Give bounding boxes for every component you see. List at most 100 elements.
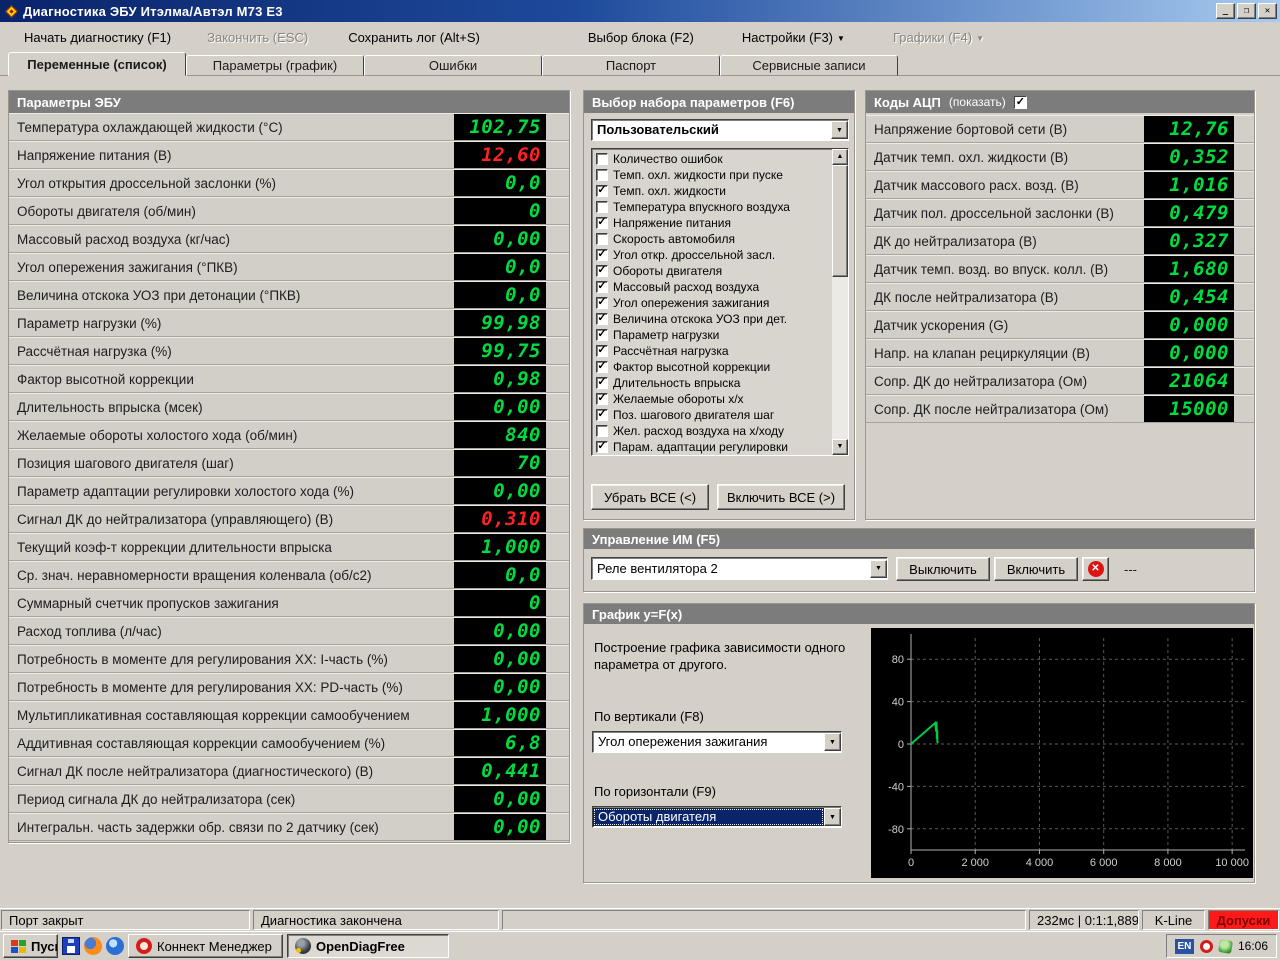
adc-show-checkbox[interactable]: ✓ bbox=[1014, 96, 1027, 109]
tray-app-icon[interactable] bbox=[1200, 940, 1213, 953]
checkbox-label: Темп. охл. жидкости bbox=[613, 184, 726, 198]
ecu-parameters-panel: Параметры ЭБУ Температура охлаждающей жи… bbox=[8, 90, 570, 843]
scrollbar[interactable]: ▲ ▼ bbox=[832, 149, 848, 455]
checkbox-icon[interactable]: ✓ bbox=[596, 281, 608, 293]
tray-device-icon[interactable] bbox=[1218, 938, 1233, 953]
preset-combobox[interactable]: Пользовательский ▼ bbox=[591, 119, 849, 141]
tab-variables-list[interactable]: Переменные (список) bbox=[8, 52, 186, 76]
checkbox-icon[interactable] bbox=[596, 233, 608, 245]
checkbox-icon[interactable] bbox=[596, 153, 608, 165]
chart-background bbox=[871, 628, 1253, 878]
parameter-checkbox-item[interactable]: ✓Фактор высотной коррекции bbox=[594, 359, 830, 375]
seven-segment-value: 0 bbox=[454, 590, 546, 616]
parameter-checkbox-item[interactable]: Жел. расход воздуха на х/ходу bbox=[594, 423, 830, 439]
checkbox-icon[interactable]: ✓ bbox=[596, 313, 608, 325]
param-row: Напряжение питания (В)12,60 bbox=[9, 141, 569, 169]
tab-passport[interactable]: Паспорт bbox=[542, 55, 720, 76]
checkbox-icon[interactable] bbox=[596, 169, 608, 181]
scroll-down-icon[interactable]: ▼ bbox=[832, 439, 848, 455]
parameter-checkbox-item[interactable]: ✓Парам. адаптации регулировки bbox=[594, 439, 830, 455]
scrollbar-thumb[interactable] bbox=[832, 165, 848, 277]
uncheck-all-button[interactable]: Убрать ВСЕ (<) bbox=[591, 484, 709, 510]
tab-parameters-graph[interactable]: Параметры (график) bbox=[186, 55, 364, 76]
parameter-checkbox-item[interactable]: ✓Величина отскока УОЗ при дет. bbox=[594, 311, 830, 327]
checkbox-label: Рассчётная нагрузка bbox=[613, 344, 729, 358]
param-row-label: Температура охлаждающей жидкости (°С) bbox=[9, 120, 283, 135]
param-row-value-display: 0,00 bbox=[454, 674, 546, 700]
dropdown-arrow-icon[interactable]: ▼ bbox=[831, 121, 848, 139]
menu-block-select[interactable]: Выбор блока (F2) bbox=[582, 26, 700, 49]
checkbox-icon[interactable]: ✓ bbox=[596, 393, 608, 405]
check-all-button[interactable]: Включить ВСЕ (>) bbox=[717, 484, 845, 510]
dropdown-arrow-icon[interactable]: ▼ bbox=[824, 808, 841, 826]
checkbox-icon[interactable]: ✓ bbox=[596, 409, 608, 421]
param-row-value-display: 102,75 bbox=[454, 114, 546, 140]
checkbox-icon[interactable]: ✓ bbox=[596, 217, 608, 229]
adc-row: Сопр. ДК до нейтрализатора (Ом)21064 bbox=[866, 367, 1254, 395]
browser-icon[interactable] bbox=[106, 937, 124, 955]
parameter-checkbox-item[interactable]: ✓Напряжение питания bbox=[594, 215, 830, 231]
parameter-checkbox-item[interactable]: ✓Угол откр. дроссельной засл. bbox=[594, 247, 830, 263]
checkbox-icon[interactable]: ✓ bbox=[596, 345, 608, 357]
checkbox-icon[interactable] bbox=[596, 425, 608, 437]
dropdown-arrow-icon[interactable]: ▼ bbox=[824, 733, 841, 751]
checkbox-label: Поз. шагового двигателя шаг bbox=[613, 408, 774, 422]
seven-segment-value: 0,00 bbox=[454, 786, 546, 812]
axis-tick-label: -40 bbox=[888, 781, 904, 793]
language-indicator[interactable]: EN bbox=[1175, 939, 1194, 954]
tab-errors[interactable]: Ошибки bbox=[364, 55, 542, 76]
checkbox-icon[interactable]: ✓ bbox=[596, 185, 608, 197]
checkbox-icon[interactable]: ✓ bbox=[596, 249, 608, 261]
dropdown-arrow-icon[interactable]: ▼ bbox=[870, 560, 887, 578]
close-button-icon[interactable]: ✕ bbox=[1258, 3, 1277, 19]
maximize-button-icon[interactable]: ❐ bbox=[1237, 3, 1256, 19]
parameter-checkbox-item[interactable]: Количество ошибок bbox=[594, 151, 830, 167]
actuator-on-button[interactable]: Включить bbox=[994, 557, 1078, 581]
checkbox-icon[interactable]: ✓ bbox=[596, 441, 608, 453]
menu-settings[interactable]: Настройки (F3)▼ bbox=[736, 26, 851, 49]
parameter-checkbox-item[interactable]: ✓Массовый расход воздуха bbox=[594, 279, 830, 295]
actuator-off-button[interactable]: Выключить bbox=[896, 557, 990, 581]
parameter-checkbox-item[interactable]: ✓ Рассчётная нагрузка bbox=[594, 343, 830, 359]
actuator-combobox[interactable]: Реле вентилятора 2 ▼ bbox=[591, 557, 888, 580]
start-button[interactable]: Пуск bbox=[3, 934, 58, 958]
window-title: Диагностика ЭБУ Итэлма/Автэл М73 Е3 bbox=[23, 4, 1214, 19]
parameter-checkbox-item[interactable]: ✓Параметр нагрузки bbox=[594, 327, 830, 343]
parameter-checkbox-item[interactable]: ✓Длительность впрыска bbox=[594, 375, 830, 391]
parameter-checkbox-item[interactable]: Температура впускного воздуха bbox=[594, 199, 830, 215]
checkbox-icon[interactable]: ✓ bbox=[596, 265, 608, 277]
parameter-checkbox-item[interactable]: Скорость автомобиля bbox=[594, 231, 830, 247]
menu-start-diagnostics[interactable]: Начать диагностику (F1) bbox=[18, 26, 177, 49]
stop-cross-icon: ✕ bbox=[1088, 561, 1104, 577]
tab-service-records[interactable]: Сервисные записи bbox=[720, 55, 898, 76]
checkbox-icon[interactable]: ✓ bbox=[596, 297, 608, 309]
actuator-stop-button[interactable]: ✕ bbox=[1082, 557, 1109, 581]
axis-tick-label: 40 bbox=[892, 697, 904, 709]
checkbox-icon[interactable]: ✓ bbox=[596, 361, 608, 373]
parameter-checkbox-item[interactable]: ✓Желаемые обороты х/х bbox=[594, 391, 830, 407]
parameter-checkbox-item[interactable]: ✓Угол опережения зажигания bbox=[594, 295, 830, 311]
taskbar-item-connect-manager[interactable]: Коннект Менеджер bbox=[128, 934, 283, 958]
checkbox-icon[interactable]: ✓ bbox=[596, 329, 608, 341]
parameter-checkbox-item[interactable]: ✓ Поз. шагового двигателя шаг bbox=[594, 407, 830, 423]
param-row-value-display: 0,0 bbox=[454, 170, 546, 196]
menu-save-log[interactable]: Сохранить лог (Alt+S) bbox=[342, 26, 486, 49]
save-icon[interactable] bbox=[62, 937, 80, 955]
taskbar-item-opendiagfree[interactable]: OpenDiagFree bbox=[287, 934, 449, 958]
param-row-value-display: 0,00 bbox=[454, 394, 546, 420]
firefox-icon[interactable] bbox=[84, 937, 102, 955]
adc-row-label: Датчик ускорения (G) bbox=[866, 318, 1008, 333]
param-row: Обороты двигателя (об/мин)0 bbox=[9, 197, 569, 225]
parameter-checkbox-item[interactable]: ✓ Темп. охл. жидкости bbox=[594, 183, 830, 199]
checkbox-icon[interactable]: ✓ bbox=[596, 377, 608, 389]
scroll-up-icon[interactable]: ▲ bbox=[832, 149, 848, 165]
checkbox-icon[interactable] bbox=[596, 201, 608, 213]
xy-graph-panel: График y=F(x) Построение графика зависим… bbox=[583, 603, 1255, 883]
parameter-checkbox-item[interactable]: ✓Обороты двигателя bbox=[594, 263, 830, 279]
vertical-axis-combobox[interactable]: Угол опережения зажигания ▼ bbox=[592, 731, 842, 753]
param-row-value-display: 0,00 bbox=[454, 814, 546, 840]
parameter-checkbox-item[interactable]: Темп. охл. жидкости при пуске bbox=[594, 167, 830, 183]
horizontal-axis-combobox[interactable]: Обороты двигателя ▼ bbox=[592, 806, 842, 828]
actuator-control-header: Управление ИМ (F5) bbox=[584, 529, 1254, 549]
minimize-button-icon[interactable]: _ bbox=[1216, 3, 1235, 19]
